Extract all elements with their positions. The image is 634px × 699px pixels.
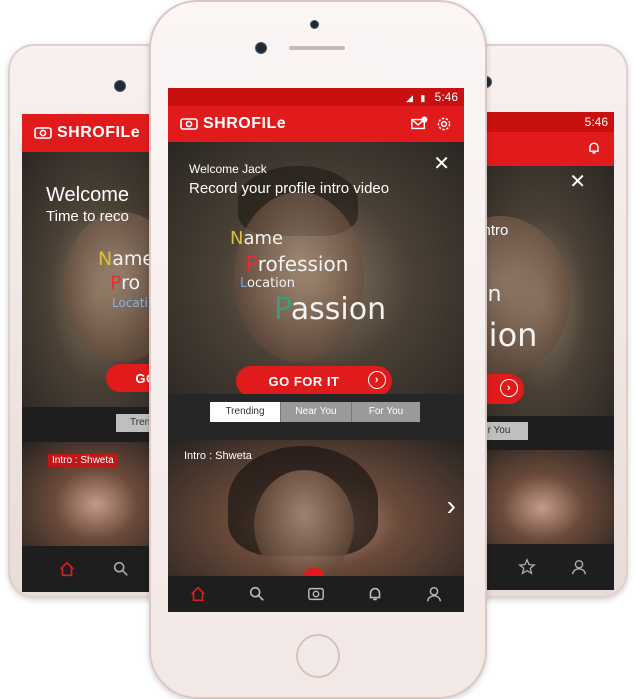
tab-trending[interactable]: Trending [210, 402, 281, 422]
logo-camera-icon [180, 118, 198, 130]
home-icon[interactable] [187, 583, 209, 605]
right-screen: 5:46 ✕ n r intro on sion › r You [470, 112, 614, 590]
brand-logo: SHROFILe [180, 115, 286, 133]
next-arrow-icon[interactable]: › [447, 492, 456, 520]
camera-icon[interactable] [305, 583, 327, 605]
bell-icon[interactable] [364, 583, 386, 605]
arrow-right-icon: › [368, 371, 386, 389]
intro-label: Intro : Shweta [184, 450, 252, 462]
record-prompt: Record your profile intro video [189, 180, 390, 197]
battery-icon: ▮ [420, 93, 426, 103]
welcome-text: Welcome Jack [189, 162, 267, 176]
messages-icon[interactable] [410, 116, 428, 137]
arrow-right-icon: › [500, 379, 518, 397]
left-screen: SHROFILe Welcome Time to reco Name Pro L… [22, 114, 170, 592]
left-hero: Welcome Time to reco Name Pro Locati P G… [22, 152, 170, 407]
left-appbar: SHROFILe [22, 114, 170, 152]
front-camera [114, 80, 126, 92]
left-bottom-nav [22, 546, 170, 592]
search-icon[interactable] [246, 583, 268, 605]
go-for-it-button[interactable]: GO FOR IT › [236, 366, 392, 396]
word-location: Location [240, 276, 295, 291]
close-icon[interactable]: ✕ [569, 172, 586, 192]
word-passion: Passion [274, 292, 387, 327]
right-appbar [470, 132, 614, 166]
hero-card: ✕ Welcome Jack Record your profile intro… [168, 142, 464, 396]
tab-for-you[interactable]: For You [352, 402, 420, 422]
star-icon[interactable] [516, 556, 538, 578]
word-location: Locati [112, 296, 148, 310]
user-icon[interactable] [568, 556, 590, 578]
app-bar: SHROFILe [168, 106, 464, 142]
right-bottom-nav [470, 544, 614, 590]
search-icon[interactable] [110, 558, 132, 580]
home-icon[interactable] [56, 558, 78, 580]
settings-gear-icon[interactable] [436, 116, 452, 137]
status-bar: ◢ ▮ 5:46 [168, 88, 464, 106]
tab-bar: Trending Near You For You [210, 402, 420, 422]
status-time: 5:46 [434, 90, 458, 104]
right-statusbar: 5:46 [470, 112, 614, 132]
record-indicator [304, 568, 324, 576]
right-feed [470, 450, 614, 546]
brand-logo: SHROFILe [34, 124, 140, 142]
close-icon[interactable]: ✕ [433, 154, 450, 174]
welcome-subtext: Time to reco [46, 208, 129, 225]
user-icon[interactable] [423, 583, 445, 605]
intro-label: Intro : Shweta [48, 454, 118, 467]
right-phone: 5:46 ✕ n r intro on sion › r You [470, 44, 628, 598]
signal-icon: ◢ [406, 93, 413, 103]
logo-camera-icon [34, 127, 52, 139]
front-camera [255, 42, 267, 54]
word-name: Name [98, 248, 155, 270]
bottom-nav [168, 576, 464, 612]
speaker [289, 46, 345, 50]
tabs-area: Trending Near You For You [168, 394, 464, 440]
center-screen: ◢ ▮ 5:46 SHROFILe ✕ Welcome Jack Record … [168, 88, 464, 612]
left-feed: Intro : Shweta [22, 442, 170, 546]
tab-near-you[interactable]: Near You [281, 402, 352, 422]
feed-card[interactable]: Intro : Shweta › [168, 440, 464, 580]
center-phone: ◢ ▮ 5:46 SHROFILe ✕ Welcome Jack Record … [149, 0, 487, 699]
right-hero: ✕ n r intro on sion › [470, 166, 614, 416]
home-button[interactable] [296, 634, 340, 678]
word-name: Name [230, 228, 284, 249]
word-profession: Pro [110, 272, 141, 294]
welcome-text: Welcome [46, 184, 129, 206]
sensor [310, 20, 319, 29]
left-phone: SHROFILe Welcome Time to reco Name Pro L… [8, 44, 170, 598]
brand-name: SHROFILe [57, 124, 141, 141]
bell-icon[interactable] [586, 140, 602, 161]
brand-name: SHROFILe [203, 115, 287, 132]
word-profession: Profession [246, 252, 349, 276]
